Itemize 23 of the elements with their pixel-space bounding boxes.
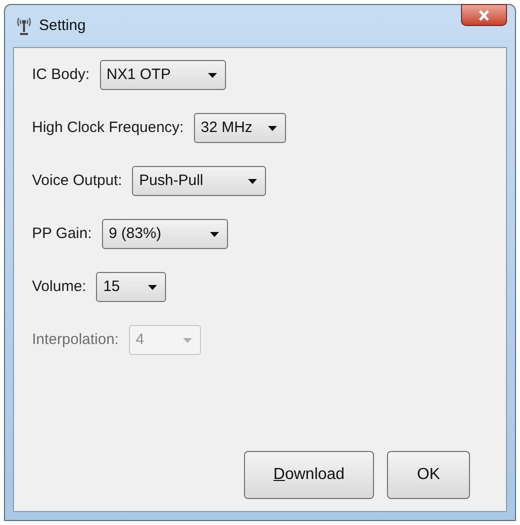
close-icon [478,10,490,20]
caret-icon [182,338,192,342]
dropdown[interactable]: 9 (83%) [102,219,228,249]
dialog-button[interactable]: OK [387,451,470,499]
field-label: High Clock Frequency: [32,118,184,138]
field-label: Voice Output: [32,170,122,191]
caret-icon [268,126,277,130]
dialog-button[interactable]: Download [244,451,374,499]
caret-icon [248,178,258,184]
field-label: PP Gain: [32,224,92,244]
caret-icon [210,232,219,236]
field-label: Interpolation: [32,330,119,350]
dropdown[interactable]: NX1 OTP [100,60,226,90]
dropdown[interactable]: 15 [96,272,166,302]
field-label: IC Body: [32,64,90,85]
field-label: Volume: [32,276,86,297]
caret-icon [208,72,217,78]
close-button[interactable] [461,4,507,26]
caret-icon [148,284,158,290]
dropdown[interactable]: 32 MHz [194,113,286,143]
dropdown[interactable]: Push-Pull [132,166,266,196]
window-title: Setting [39,16,86,36]
antenna-icon [15,16,33,36]
